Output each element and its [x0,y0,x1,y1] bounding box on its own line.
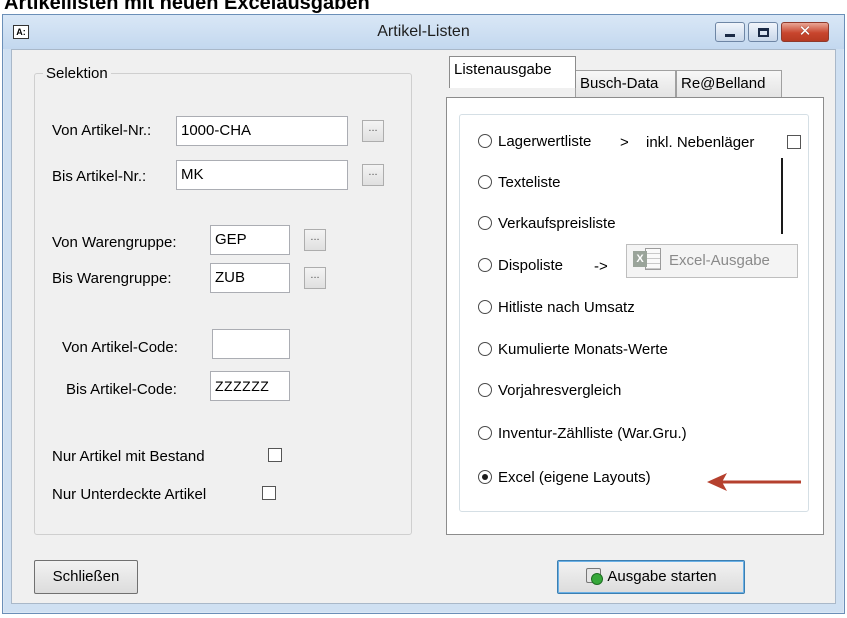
radio-lagerwertliste[interactable] [478,133,492,148]
from-code-label: Von Artikel-Code: [62,339,178,356]
option-texteliste[interactable]: Texteliste [478,171,561,195]
only-undercovered-checkbox[interactable] [262,486,276,500]
from-code-input[interactable] [212,329,290,359]
option-inventur-zaehlliste[interactable]: Inventur-Zählliste (War.Gru.) [478,422,687,446]
radio-excel-eigene-layouts[interactable] [478,469,492,484]
to-article-input[interactable]: MK [176,160,348,190]
option-excel-eigene-layouts[interactable]: Excel (eigene Layouts) [478,466,651,490]
to-article-label: Bis Artikel-Nr.: [52,168,147,185]
tab-busch-data[interactable]: Busch-Data [575,70,676,98]
from-article-browse-button[interactable]: ... [362,120,384,142]
maximize-icon [758,28,769,37]
option-hitliste[interactable]: Hitliste nach Umsatz [478,296,635,320]
from-group-input[interactable]: GEP [210,225,290,255]
page-heading: Artikellisten mit neuen Excelausgaben [4,0,370,14]
radio-kumulierte-monats-werte[interactable] [478,341,492,356]
option-dispoliste[interactable]: Dispoliste [478,254,563,278]
option-label: Texteliste [498,174,561,191]
from-article-label: Von Artikel-Nr.: [52,122,152,139]
option-label: Verkaufspreisliste [498,215,616,232]
radio-inventur-zaehlliste[interactable] [478,425,492,440]
only-undercovered-label: Nur Unterdeckte Artikel [52,486,207,503]
option-label: Excel (eigene Layouts) [498,469,651,486]
option-kumulierte-monats-werte[interactable]: Kumulierte Monats-Werte [478,338,668,362]
from-group-browse-button[interactable]: ... [304,229,326,251]
nebenlaeger-label: inkl. Nebenläger [646,134,755,151]
title-bar[interactable]: A: Artikel-Listen ✕ [3,15,844,49]
app-icon[interactable]: A: [13,25,29,39]
lagerwert-suffix: > [620,134,629,151]
excel-output-label: Excel-Ausgabe [669,252,770,269]
option-label: Hitliste nach Umsatz [498,299,635,316]
only-stock-checkbox[interactable] [268,448,282,462]
nebenlaeger-checkbox[interactable] [787,135,801,149]
to-code-input[interactable]: ZZZZZZ [210,371,290,401]
dispo-arrow-text: -> [594,258,608,275]
connector-line [781,158,783,234]
excel-output-button[interactable]: X Excel-Ausgabe [626,244,798,278]
excel-icon: X [633,248,663,271]
option-label: Dispoliste [498,257,564,274]
tab-listenausgabe[interactable]: Listenausgabe [449,56,576,88]
radio-texteliste[interactable] [478,174,492,189]
minimize-button[interactable] [715,22,745,42]
option-vorjahresvergleich[interactable]: Vorjahresvergleich [478,379,621,403]
option-verkaufspreisliste[interactable]: Verkaufspreisliste [478,212,616,236]
arrow-left-icon [707,473,801,491]
maximize-button[interactable] [748,22,778,42]
to-group-input[interactable]: ZUB [210,263,290,293]
start-icon [585,567,604,585]
option-label: Inventur-Zählliste (War.Gru.) [498,425,687,442]
from-article-input[interactable]: 1000-CHA [176,116,348,146]
option-label: Lagerwertliste [498,133,592,150]
start-output-label: Ausgabe starten [607,568,717,585]
only-stock-label: Nur Artikel mit Bestand [52,448,205,465]
radio-dispoliste[interactable] [478,257,492,272]
selection-title: Selektion [43,65,111,82]
close-button[interactable]: Schließen [34,560,138,594]
close-icon: ✕ [798,23,812,40]
option-label: Vorjahresvergleich [498,382,622,399]
start-output-button[interactable]: Ausgabe starten [557,560,745,594]
minimize-icon [725,34,735,37]
tab-rebelland[interactable]: Re@Belland [676,70,782,98]
radio-hitliste[interactable] [478,299,492,314]
to-article-browse-button[interactable]: ... [362,164,384,186]
to-code-label: Bis Artikel-Code: [66,381,177,398]
radio-vorjahresvergleich[interactable] [478,382,492,397]
close-window-button[interactable]: ✕ [781,22,829,42]
to-group-label: Bis Warengruppe: [52,270,172,287]
from-group-label: Von Warengruppe: [52,234,177,251]
option-lagerwertliste[interactable]: Lagerwertliste [478,130,591,154]
to-group-browse-button[interactable]: ... [304,267,326,289]
radio-verkaufspreisliste[interactable] [478,215,492,230]
option-label: Kumulierte Monats-Werte [498,341,668,358]
